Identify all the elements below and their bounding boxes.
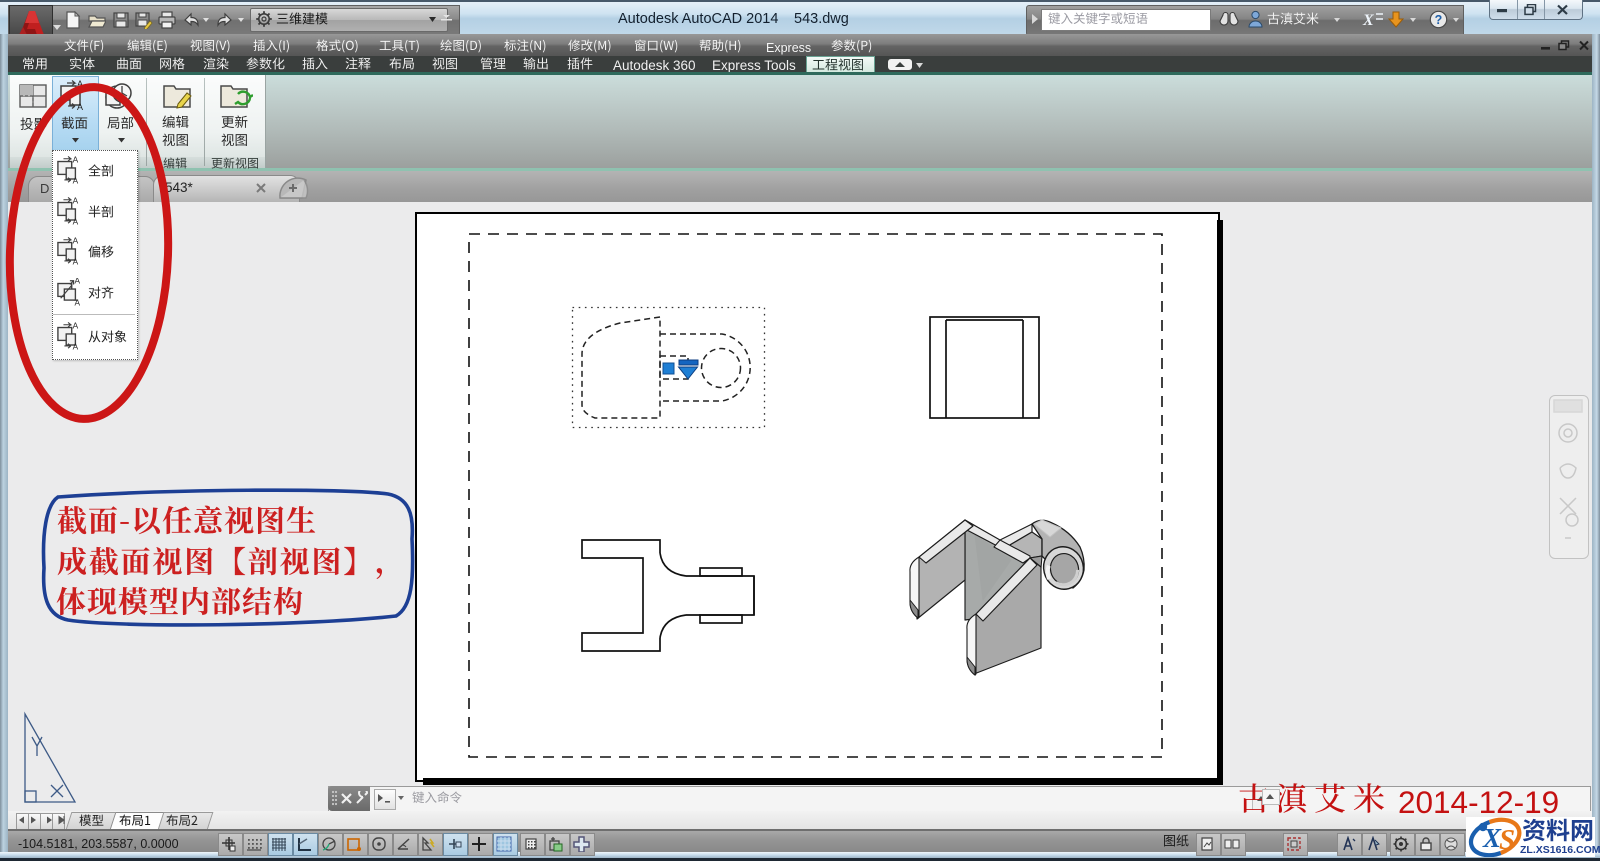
svg-text:X: X: [1362, 12, 1374, 28]
svg-text:S: S: [1499, 824, 1515, 856]
svg-text:?: ?: [1435, 13, 1443, 27]
